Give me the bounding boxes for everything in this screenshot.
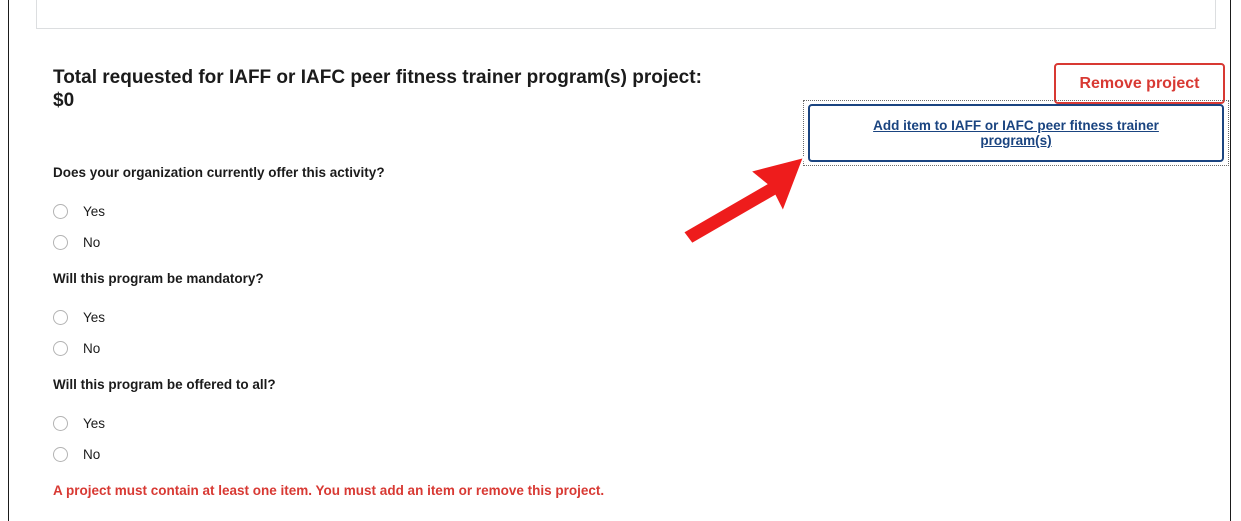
question-offered-to-all: Will this program be offered to all? (53, 377, 276, 392)
error-message: A project must contain at least one item… (53, 483, 605, 498)
radio-circle-icon[interactable] (53, 234, 68, 250)
radio-label[interactable]: No (83, 235, 100, 250)
question-currently-offer: Does your organization currently offer t… (53, 165, 385, 180)
radio-circle-icon[interactable] (53, 415, 68, 431)
radio-label[interactable]: Yes (83, 204, 105, 219)
question-mandatory: Will this program be mandatory? (53, 271, 264, 286)
radio-label[interactable]: No (83, 341, 100, 356)
project-total-heading: Total requested for IAFF or IAFC peer fi… (53, 66, 813, 112)
radio-circle-icon[interactable] (53, 309, 68, 325)
project-total-label: Total requested for IAFF or IAFC peer fi… (53, 67, 702, 88)
radio-offered-to-all-no[interactable]: No (53, 445, 100, 463)
project-total-amount: $0 (53, 90, 75, 111)
radio-circle-icon[interactable] (53, 203, 68, 219)
add-item-button[interactable]: Add item to IAFF or IAFC peer fitness tr… (808, 104, 1224, 162)
radio-label[interactable]: Yes (83, 310, 105, 325)
radio-label[interactable]: No (83, 447, 100, 462)
radio-mandatory-no[interactable]: No (53, 339, 100, 357)
radio-label[interactable]: Yes (83, 416, 105, 431)
radio-currently-offer-yes[interactable]: Yes (53, 202, 105, 220)
radio-offered-to-all-yes[interactable]: Yes (53, 414, 105, 432)
radio-mandatory-yes[interactable]: Yes (53, 308, 105, 326)
previous-section-panel (36, 0, 1216, 29)
remove-project-button[interactable]: Remove project (1054, 63, 1225, 104)
radio-circle-icon[interactable] (53, 446, 68, 462)
radio-currently-offer-no[interactable]: No (53, 233, 100, 251)
radio-circle-icon[interactable] (53, 340, 68, 356)
